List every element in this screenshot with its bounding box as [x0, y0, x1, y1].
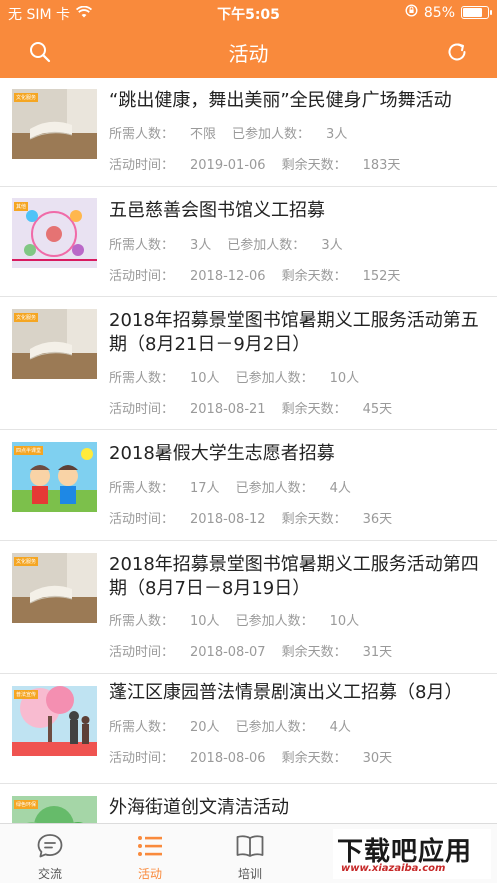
activity-participants: 所需人数： 20人 已参加人数： 4人 — [109, 720, 351, 735]
activity-thumbnail: 文化服务 — [12, 309, 97, 379]
refresh-icon — [448, 43, 466, 61]
list-item[interactable]: 其他 五邑慈善会图书馆义工招募 所需人数： 3人 已参加人数： 3人 活动时间： 201… — [0, 187, 497, 297]
activity-thumbnail: 其他 — [12, 198, 97, 268]
remaining-days: 183天 — [362, 158, 401, 173]
list-icon — [138, 836, 162, 856]
activity-thumbnail: 四点半课堂 — [12, 442, 97, 512]
list-item[interactable]: 绿色环保 外海街道创文清洁活动 — [0, 784, 497, 823]
required-count: 10人 — [190, 614, 220, 629]
book-icon — [236, 835, 264, 857]
activity-participants: 所需人数： 17人 已参加人数： 4人 — [109, 481, 351, 496]
remaining-days: 152天 — [362, 269, 401, 284]
activity-schedule: 活动时间： 2018-08-06 剩余天数： 30天 — [109, 751, 393, 766]
tab-chat[interactable]: 交流 — [0, 824, 100, 883]
category-tag: 绿色环保 — [14, 800, 39, 809]
activity-schedule: 活动时间： 2019-01-06 剩余天数： 183天 — [109, 158, 401, 173]
activity-date: 2018-08-21 — [190, 402, 266, 417]
refresh-button[interactable] — [443, 38, 471, 66]
joined-count: 3人 — [321, 238, 343, 253]
activity-list[interactable]: 文化服务 “跳出健康，舞出美丽”全民健身广场舞活动 所需人数： 不限 已参加人数： 3… — [0, 78, 497, 823]
activity-schedule: 活动时间： 2018-12-06 剩余天数： 152天 — [109, 269, 401, 284]
joined-count: 4人 — [329, 720, 351, 735]
tab-training[interactable]: 培训 — [200, 824, 300, 883]
category-tag: 文化服务 — [14, 93, 39, 102]
status-bar: 无 SIM 卡 下午5:05 85% — [0, 0, 497, 26]
category-tag: 其他 — [14, 202, 29, 211]
activity-participants: 所需人数： 不限 已参加人数： 3人 — [109, 127, 348, 142]
nav-bar: 活动 — [0, 26, 497, 78]
activity-participants: 所需人数： 10人 已参加人数： 10人 — [109, 371, 360, 386]
battery-percent: 85% — [423, 4, 455, 21]
tab-label: 活动 — [137, 867, 162, 881]
list-item[interactable]: 普法宣传 蓬江区康园普法情景剧演出义工招募（8月） 所需人数： 20人 已参加人数：… — [0, 674, 497, 784]
activity-schedule: 活动时间： 2018-08-12 剩余天数： 36天 — [109, 512, 393, 527]
remaining-days: 36天 — [362, 512, 393, 527]
list-item[interactable]: 文化服务 2018年招募景堂图书馆暑期义工服务活动第四期（8月7日－8月19日）… — [0, 541, 497, 674]
required-count: 3人 — [190, 238, 212, 253]
orientation-lock-icon — [405, 4, 418, 21]
list-item[interactable]: 四点半课堂 2018暑假大学生志愿者招募 所需人数： 17人 已参加人数： 4人 活动… — [0, 430, 497, 541]
activity-participants: 所需人数： 10人 已参加人数： 10人 — [109, 614, 360, 629]
joined-count: 4人 — [329, 481, 351, 496]
category-tag: 四点半课堂 — [14, 446, 44, 455]
required-count: 10人 — [190, 371, 220, 386]
activity-title: 蓬江区康园普法情景剧演出义工招募（8月） — [109, 682, 463, 703]
activity-participants: 所需人数： 3人 已参加人数： 3人 — [109, 238, 343, 253]
tab-label: 交流 — [37, 867, 62, 881]
list-item[interactable]: 文化服务 “跳出健康，舞出美丽”全民健身广场舞活动 所需人数： 不限 已参加人数： 3… — [0, 78, 497, 187]
category-tag: 文化服务 — [14, 313, 39, 322]
remaining-days: 45天 — [362, 402, 393, 417]
activity-date: 2019-01-06 — [190, 158, 266, 173]
joined-count: 10人 — [329, 614, 360, 629]
app-screen: 无 SIM 卡 下午5:05 85% 活动 文化服务 “跳出健康，舞出美丽”全民… — [0, 0, 497, 883]
activity-schedule: 活动时间： 2018-08-07 剩余天数： 31天 — [109, 645, 393, 660]
activity-title: 五邑慈善会图书馆义工招募 — [109, 200, 325, 221]
list-item[interactable]: 文化服务 2018年招募景堂图书馆暑期义工服务活动第五期（8月21日－9月2日）… — [0, 297, 497, 430]
joined-count: 3人 — [326, 127, 348, 142]
tab-label: 培训 — [237, 867, 262, 881]
activity-thumbnail: 文化服务 — [12, 553, 97, 623]
remaining-days: 31天 — [362, 645, 393, 660]
header: 无 SIM 卡 下午5:05 85% 活动 — [0, 0, 497, 78]
activity-date: 2018-08-12 — [190, 512, 266, 527]
chat-bubble-icon — [37, 834, 63, 858]
watermark-logo: 下载吧应用 www.xiazaiba.com — [333, 829, 491, 879]
watermark-url: www.xiazaiba.com — [341, 863, 446, 874]
battery-icon — [461, 6, 492, 19]
activity-date: 2018-12-06 — [190, 269, 266, 284]
joined-count: 10人 — [329, 371, 360, 386]
activity-schedule: 活动时间： 2018-08-21 剩余天数： 45天 — [109, 402, 393, 417]
activity-thumbnail: 普法宣传 — [12, 686, 97, 756]
required-count: 不限 — [190, 127, 217, 142]
activity-title: “跳出健康，舞出美丽”全民健身广场舞活动 — [109, 90, 452, 111]
activity-title: 2018年招募景堂图书馆暑期义工服务活动第四期（8月7日－8月19日） — [109, 554, 479, 599]
activity-title: 2018年招募景堂图书馆暑期义工服务活动第五期（8月21日－9月2日） — [109, 310, 479, 355]
remaining-days: 30天 — [362, 751, 393, 766]
activity-date: 2018-08-06 — [190, 751, 266, 766]
activity-date: 2018-08-07 — [190, 645, 266, 660]
activity-title: 外海街道创文清洁活动 — [109, 797, 289, 818]
required-count: 17人 — [190, 481, 220, 496]
activity-title: 2018暑假大学生志愿者招募 — [109, 443, 335, 464]
category-tag: 文化服务 — [14, 557, 39, 566]
activity-thumbnail: 文化服务 — [12, 89, 97, 159]
page-title: 活动 — [228, 42, 269, 66]
category-tag: 普法宣传 — [14, 690, 39, 699]
activity-thumbnail: 绿色环保 — [12, 796, 97, 823]
tab-activities[interactable]: 活动 — [100, 824, 200, 883]
required-count: 20人 — [190, 720, 220, 735]
